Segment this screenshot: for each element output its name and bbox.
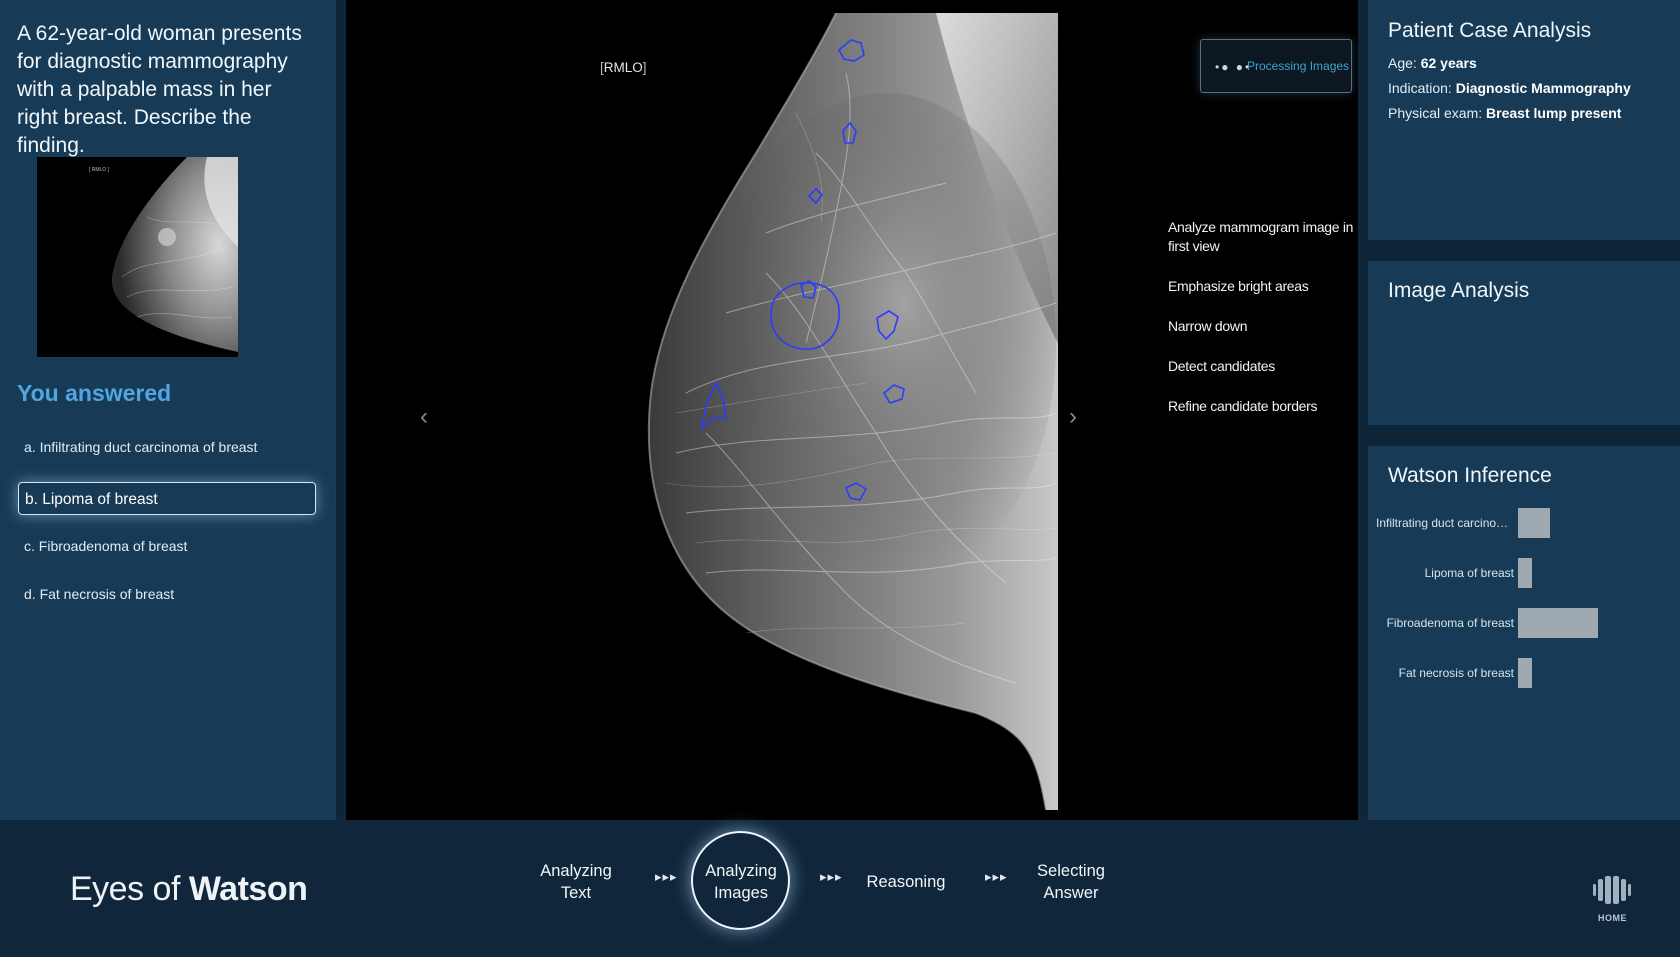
stage-analyzing-images[interactable]: Analyzing Images	[676, 860, 806, 904]
brand-logo: Eyes of Watson	[70, 870, 308, 909]
analysis-step: Detect candidates	[1168, 358, 1275, 374]
processing-label: Processing Images	[1247, 59, 1350, 73]
answer-option-d[interactable]: d. Fat necrosis of breast	[18, 578, 316, 611]
stage-line1: Analyzing	[705, 862, 777, 880]
stage-line1: Analyzing	[540, 862, 612, 880]
stage-selecting-answer[interactable]: Selecting Answer	[1006, 860, 1136, 904]
answer-option-a[interactable]: a. Infiltrating duct carcinoma of breast	[18, 431, 316, 464]
chevron-right-icon[interactable]: ›	[1069, 403, 1077, 431]
patient-exam: Physical exam: Breast lump present	[1388, 105, 1621, 121]
watson-home-icon[interactable]	[1593, 876, 1633, 904]
inference-bar-label: Fibroadenoma of breast	[1386, 616, 1514, 630]
image-analysis-title: Image Analysis	[1388, 279, 1530, 302]
you-answered-heading: You answered	[17, 380, 172, 406]
answer-option-c[interactable]: c. Fibroadenoma of breast	[18, 530, 316, 563]
inference-bar	[1518, 558, 1532, 588]
watson-inference-panel: Watson Inference Infiltrating duct carci…	[1368, 446, 1680, 820]
answer-option-b-selected[interactable]: b. Lipoma of breast	[18, 482, 316, 515]
stage-line1: Reasoning	[866, 873, 946, 891]
analysis-step: Emphasize bright areas	[1168, 278, 1309, 294]
age-label: Age:	[1388, 55, 1417, 71]
mammogram-thumbnail[interactable]: [ RMLO ]	[37, 157, 238, 357]
processing-dots-icon: •● ●•	[1215, 60, 1252, 74]
image-analysis-panel: Image Analysis	[1368, 261, 1680, 425]
app-root: A 62-year-old woman presents for diagnos…	[0, 0, 1680, 957]
chevrons-icon: ▸▸▸	[820, 869, 843, 884]
image-viewer: [RMLO] ‹ › •● ●• Processing Images Analy…	[346, 0, 1358, 820]
inference-bar	[1518, 508, 1550, 538]
exam-label: Physical exam:	[1388, 105, 1483, 121]
stage-line1: Selecting	[1037, 862, 1105, 880]
analysis-step: Refine candidate borders	[1168, 398, 1318, 414]
processing-images-badge: •● ●• Processing Images	[1200, 39, 1352, 93]
chevron-left-icon[interactable]: ‹	[420, 403, 428, 431]
watson-inference-title: Watson Inference	[1388, 464, 1552, 487]
inference-bar-label: Fat necrosis of breast	[1398, 666, 1514, 680]
stage-line2: Images	[713, 884, 769, 902]
patient-case-title: Patient Case Analysis	[1388, 19, 1592, 42]
indication-value: Diagnostic Mammography	[1455, 80, 1631, 96]
view-label-text: RMLO	[603, 60, 643, 75]
inference-bar-label: Lipoma of breast	[1424, 566, 1514, 580]
mammogram-image	[646, 13, 1058, 810]
view-label: [RMLO]	[600, 60, 647, 75]
chevrons-icon: ▸▸▸	[655, 869, 678, 884]
inference-bar	[1518, 658, 1532, 688]
exam-value: Breast lump present	[1486, 105, 1622, 121]
svg-text:[ RMLO ]: [ RMLO ]	[89, 167, 110, 173]
question-panel: A 62-year-old woman presents for diagnos…	[0, 0, 336, 820]
home-label[interactable]: HOME	[1598, 913, 1627, 923]
analysis-step: Analyze mammogram image in first view	[1168, 219, 1354, 254]
indication-label: Indication:	[1388, 80, 1452, 96]
chevrons-icon: ▸▸▸	[985, 869, 1008, 884]
mammogram-svg	[646, 13, 1058, 810]
age-value: 62 years	[1420, 55, 1477, 71]
stage-analyzing-text[interactable]: Analyzing Text	[511, 860, 641, 904]
stage-line2: Text	[560, 884, 592, 902]
patient-indication: Indication: Diagnostic Mammography	[1388, 80, 1631, 96]
analysis-sidebar: Patient Case Analysis Age: 62 years Indi…	[1368, 0, 1680, 820]
brand-light: Eyes of	[70, 870, 189, 908]
thumbnail-image: [ RMLO ]	[37, 157, 238, 357]
analysis-step: Narrow down	[1168, 318, 1248, 334]
inference-bar	[1518, 608, 1598, 638]
analysis-steps: Analyze mammogram image in first view Em…	[1168, 218, 1358, 437]
patient-age: Age: 62 years	[1388, 55, 1477, 71]
question-text: A 62-year-old woman presents for diagnos…	[17, 22, 302, 157]
brand-bold: Watson	[188, 870, 308, 908]
inference-bar-label: Infiltrating duct carcinoma of breast	[1376, 516, 1514, 530]
stage-line2: Answer	[1043, 884, 1099, 902]
stage-reasoning[interactable]: Reasoning	[841, 871, 971, 893]
patient-case-panel: Patient Case Analysis Age: 62 years Indi…	[1368, 0, 1680, 240]
